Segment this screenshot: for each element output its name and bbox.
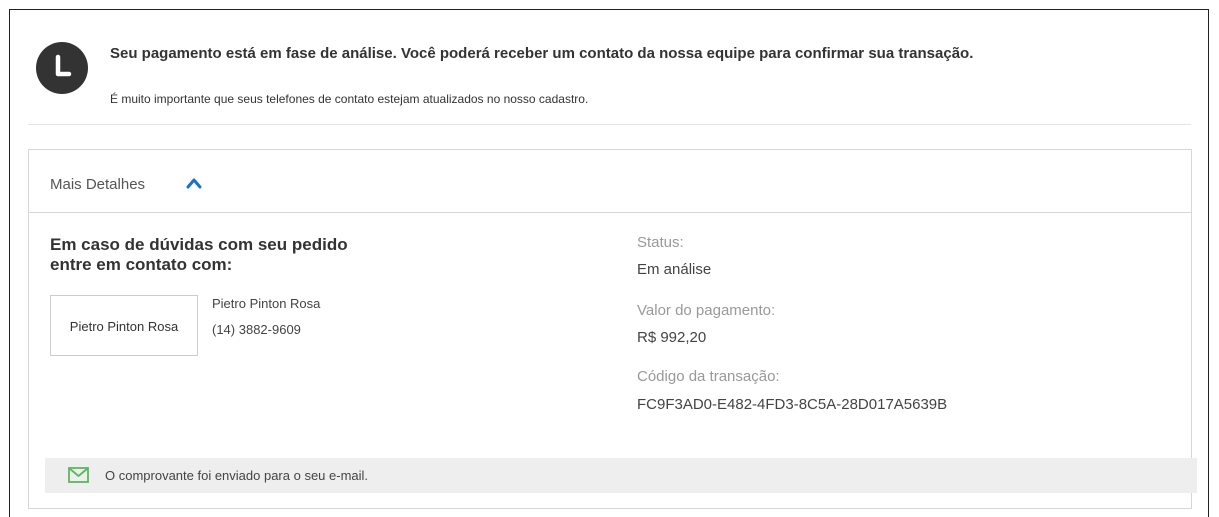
transaction-code-label: Código da transação: xyxy=(637,368,780,385)
status-value: Em análise xyxy=(637,261,712,278)
seller-name: Pietro Pinton Rosa xyxy=(212,296,321,311)
contact-title: Em caso de dúvidas com seu pedido entre … xyxy=(50,235,348,274)
chevron-up-icon xyxy=(186,178,202,189)
receipt-notice-bar: O comprovante foi enviado para o seu e-m… xyxy=(45,458,1197,493)
payment-notice: Seu pagamento está em fase de análise. V… xyxy=(28,10,1191,125)
notice-subtitle: É muito importante que seus telefones de… xyxy=(110,92,589,106)
seller-avatar-card: Pietro Pinton Rosa xyxy=(50,295,198,356)
notice-title: Seu pagamento está em fase de análise. V… xyxy=(110,45,974,62)
seller-avatar-label: Pietro Pinton Rosa xyxy=(69,319,179,334)
details-panel: Mais Detalhes Em caso de dúvidas com seu… xyxy=(28,149,1197,509)
payment-amount-label: Valor do pagamento: xyxy=(637,302,776,319)
mail-icon xyxy=(68,467,89,483)
status-label: Status: xyxy=(637,234,684,251)
details-toggle-label: Mais Detalhes xyxy=(50,176,146,193)
payment-status-frame: Seu pagamento está em fase de análise. V… xyxy=(9,9,1209,517)
payment-amount-value: R$ 992,20 xyxy=(637,329,707,346)
clock-icon xyxy=(36,42,88,94)
receipt-notice-text: O comprovante foi enviado para o seu e-m… xyxy=(105,468,369,483)
transaction-code-value: FC9F3AD0-E482-4FD3-8C5A-28D017A5639B xyxy=(637,396,948,413)
seller-phone: (14) 3882-9609 xyxy=(212,322,301,337)
details-toggle[interactable]: Mais Detalhes xyxy=(29,150,1191,213)
